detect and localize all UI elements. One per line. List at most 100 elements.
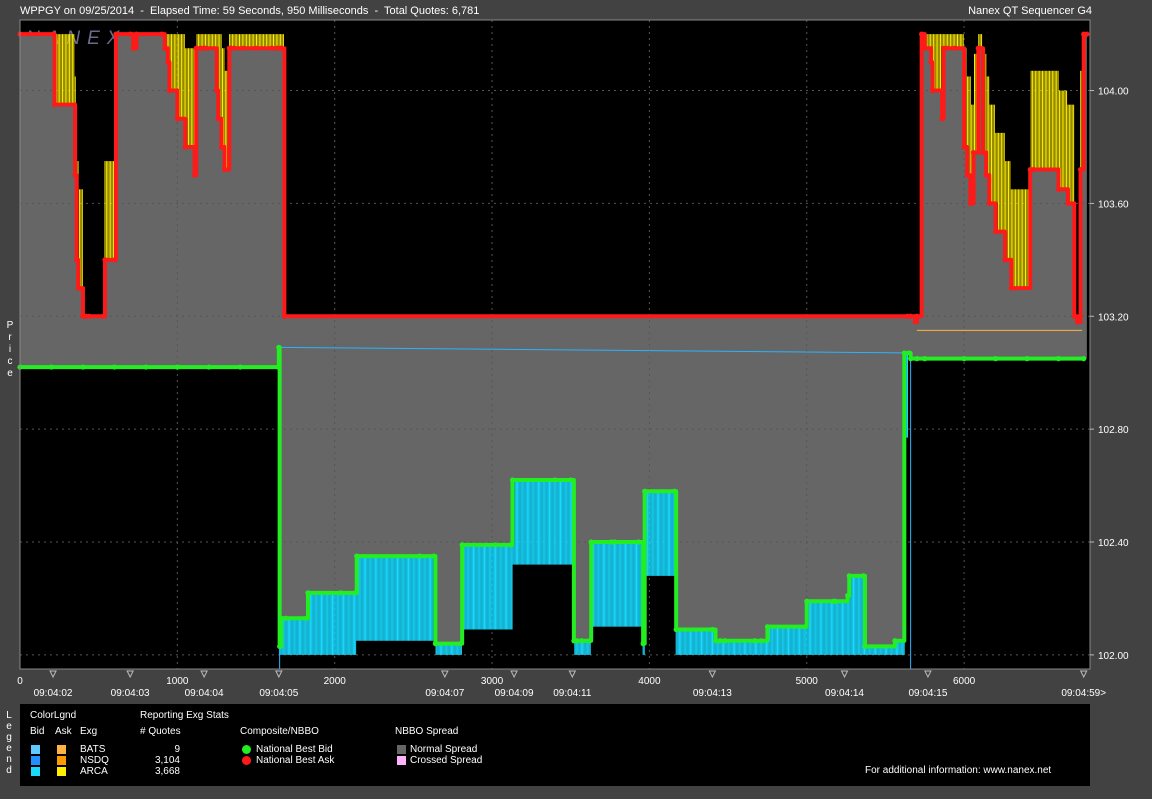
data-point: [928, 59, 934, 65]
nbb-dot-icon: [242, 745, 251, 754]
data-point: [174, 116, 180, 122]
data-point: [240, 45, 247, 51]
bid-swatch-bats: [31, 745, 40, 754]
data-point: [892, 638, 898, 644]
data-point: [457, 641, 464, 647]
data-point: [133, 31, 140, 37]
time-tick-marker: [441, 670, 449, 679]
time-tick-marker: [708, 670, 717, 679]
data-point: [568, 477, 574, 483]
data-point: [74, 257, 80, 263]
info-link[interactable]: For additional information: www.nanex.ne…: [865, 765, 1051, 776]
legend-side-label: Legend: [6, 710, 12, 776]
data-point: [846, 573, 852, 579]
data-point: [162, 45, 168, 51]
data-point: [231, 45, 237, 51]
data-point: [237, 364, 243, 370]
data-point: [642, 488, 648, 494]
data-point: [964, 172, 970, 178]
data-point: [977, 45, 983, 51]
data-point: [417, 553, 423, 559]
data-point: [86, 313, 92, 319]
data-point: [906, 350, 912, 356]
time-tick-marker: [1079, 670, 1088, 679]
data-point: [752, 638, 758, 644]
col-bid-header: Bid: [30, 726, 45, 737]
time-tick-marker: [275, 670, 283, 679]
data-point: [1077, 166, 1084, 173]
y-tick-label: 102.40: [1098, 538, 1129, 549]
data-point: [709, 626, 715, 633]
crossed-spread-label: Crossed Spread: [410, 755, 483, 766]
time-tick-label: 09:04:11: [553, 688, 592, 699]
data-point: [459, 542, 465, 548]
time-tick-label: 09:04:59>: [1061, 688, 1106, 699]
data-point: [143, 364, 149, 370]
data-point: [983, 172, 989, 178]
time-tick-marker: [126, 670, 134, 679]
data-point: [354, 553, 360, 559]
data-point: [845, 593, 851, 599]
y-tick-label: 103.60: [1098, 199, 1129, 210]
data-point: [72, 172, 78, 178]
bid-swatch-nsdq: [31, 756, 40, 765]
data-point: [174, 364, 180, 370]
data-point: [579, 638, 585, 644]
data-point: [1065, 200, 1071, 207]
time-tick-marker: [200, 670, 208, 679]
data-point: [673, 626, 679, 633]
data-point: [113, 31, 119, 37]
data-point: [338, 590, 344, 596]
data-point: [967, 200, 974, 207]
data-point: [635, 539, 641, 545]
y-tick-label: 104.00: [1098, 87, 1129, 98]
data-point: [48, 364, 55, 370]
data-point: [305, 590, 311, 596]
data-point: [1074, 319, 1081, 325]
time-tick-marker: [49, 670, 57, 679]
col-exg-header: Exg: [80, 726, 98, 737]
time-tick-label: 09:04:07: [425, 688, 464, 699]
data-point: [939, 116, 945, 122]
data-point: [758, 638, 764, 644]
x-tick-label: 4000: [638, 676, 661, 687]
composite-title: Composite/NBBO: [240, 726, 319, 737]
data-point: [980, 150, 986, 156]
data-point: [111, 364, 118, 370]
data-point: [283, 615, 289, 621]
y-tick-label: 102.80: [1098, 425, 1129, 436]
data-point: [961, 356, 967, 362]
nbb-label: National Best Bid: [256, 744, 333, 755]
data-point: [986, 200, 992, 207]
data-point: [214, 87, 220, 94]
data-point: [860, 573, 867, 579]
data-point: [303, 615, 309, 621]
data-point: [961, 144, 967, 150]
data-point: [102, 257, 108, 263]
data-point: [206, 364, 212, 370]
x-tick-label: 0: [17, 676, 23, 687]
data-point: [919, 31, 925, 37]
data-point: [127, 31, 133, 37]
data-point: [992, 229, 999, 235]
exchange-quote-count: 3,668: [154, 766, 180, 777]
time-tick-label: 09:04:09: [495, 688, 534, 699]
data-point: [1081, 356, 1087, 362]
data-point: [215, 116, 221, 122]
time-tick-marker: [924, 670, 932, 679]
data-point: [914, 313, 920, 319]
data-point: [166, 87, 173, 94]
x-tick-label: 1000: [166, 676, 189, 687]
data-point: [922, 45, 928, 51]
x-tick-label: 3000: [481, 676, 504, 687]
data-point: [588, 539, 594, 545]
nbo-label: National Best Ask: [256, 755, 335, 766]
data-point: [192, 172, 198, 178]
time-tick-label: 09:04:03: [111, 688, 150, 699]
price-chart[interactable]: NANEX102.00102.40102.80103.20103.60104.0…: [0, 0, 1152, 700]
stats-col-header: # Quotes: [140, 726, 181, 737]
time-tick-label: 09:04:14: [825, 688, 864, 699]
data-point: [944, 45, 950, 51]
data-point: [901, 350, 907, 356]
data-point: [671, 488, 678, 494]
